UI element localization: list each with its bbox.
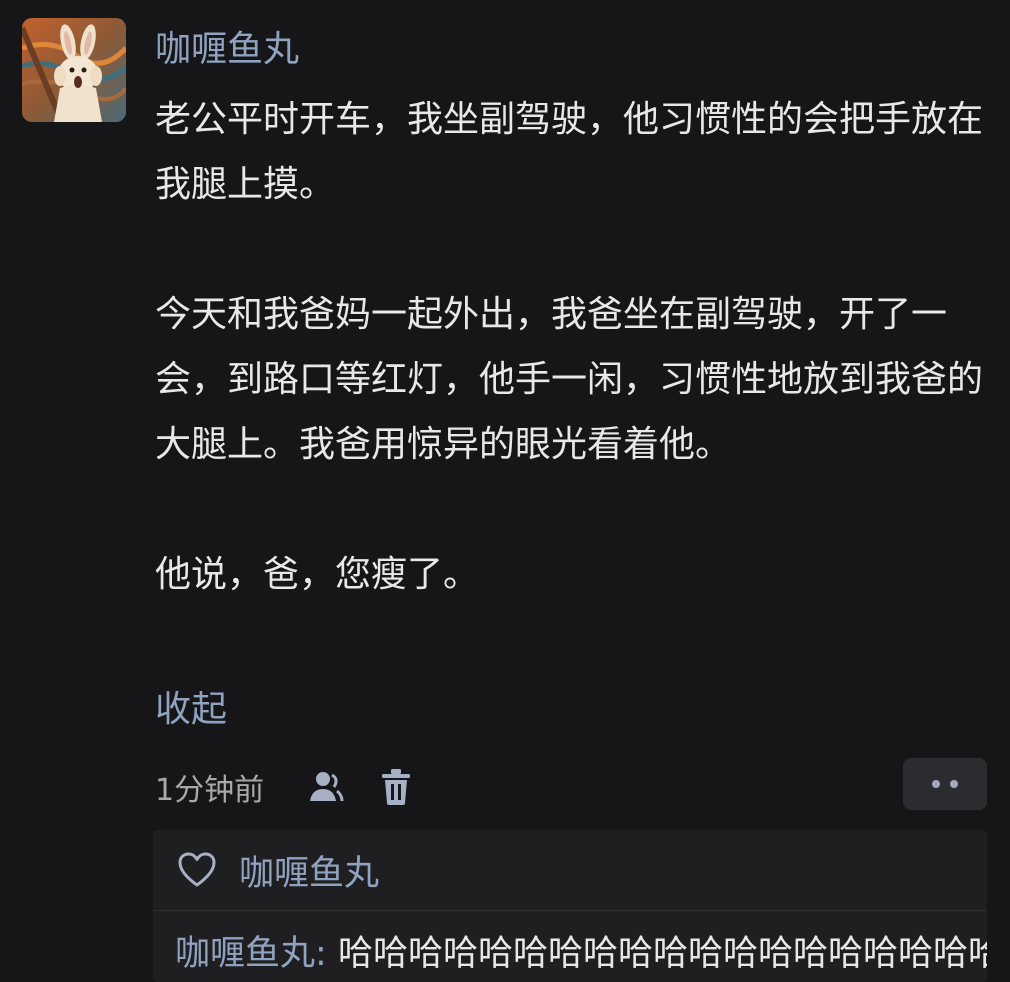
dot <box>950 780 958 788</box>
heart-icon[interactable] <box>175 848 219 892</box>
like-user[interactable]: 咖喱鱼丸 <box>239 845 379 896</box>
more-dots-icon[interactable] <box>903 758 987 810</box>
dot <box>932 780 940 788</box>
reply-author[interactable]: 咖喱鱼丸 <box>175 934 315 974</box>
likes-replies-panel: 咖喱鱼丸 咖喱鱼丸: 哈哈哈哈哈哈哈哈哈哈哈哈哈哈哈哈哈哈哈哈哈哈 <box>153 830 987 982</box>
reply-item[interactable]: 咖喱鱼丸: 哈哈哈哈哈哈哈哈哈哈哈哈哈哈哈哈哈哈哈哈哈哈 <box>175 926 987 982</box>
trash-icon[interactable] <box>374 765 418 809</box>
avatar-image <box>22 18 126 122</box>
comment-meta: 1分钟前 <box>155 762 444 812</box>
comment-username[interactable]: 咖喱鱼丸 <box>155 22 299 78</box>
comment-paragraph: 他说，爸，您瘦了。 <box>155 554 480 595</box>
comment-paragraph: 今天和我爸妈一起外出，我爸坐在副驾驶，开了一会，到路口等红灯，他手一闲，习惯性地… <box>155 294 984 465</box>
user-icon[interactable] <box>304 765 348 809</box>
reply-text: 哈哈哈哈哈哈哈哈哈哈哈哈哈哈哈哈哈哈哈哈哈哈 <box>337 934 987 974</box>
comment-body: 老公平时开车，我坐副驾驶，他习惯性的会把手放在我腿上摸。 今天和我爸妈一起外出，… <box>155 87 995 607</box>
reply-separator: : <box>315 934 338 974</box>
timestamp: 1分钟前 <box>155 773 265 808</box>
collapse-link[interactable]: 收起 <box>155 682 227 738</box>
avatar[interactable] <box>22 18 126 122</box>
comment-paragraph: 老公平时开车，我坐副驾驶，他习惯性的会把手放在我腿上摸。 <box>155 99 984 205</box>
likes-row: 咖喱鱼丸 <box>153 830 987 911</box>
